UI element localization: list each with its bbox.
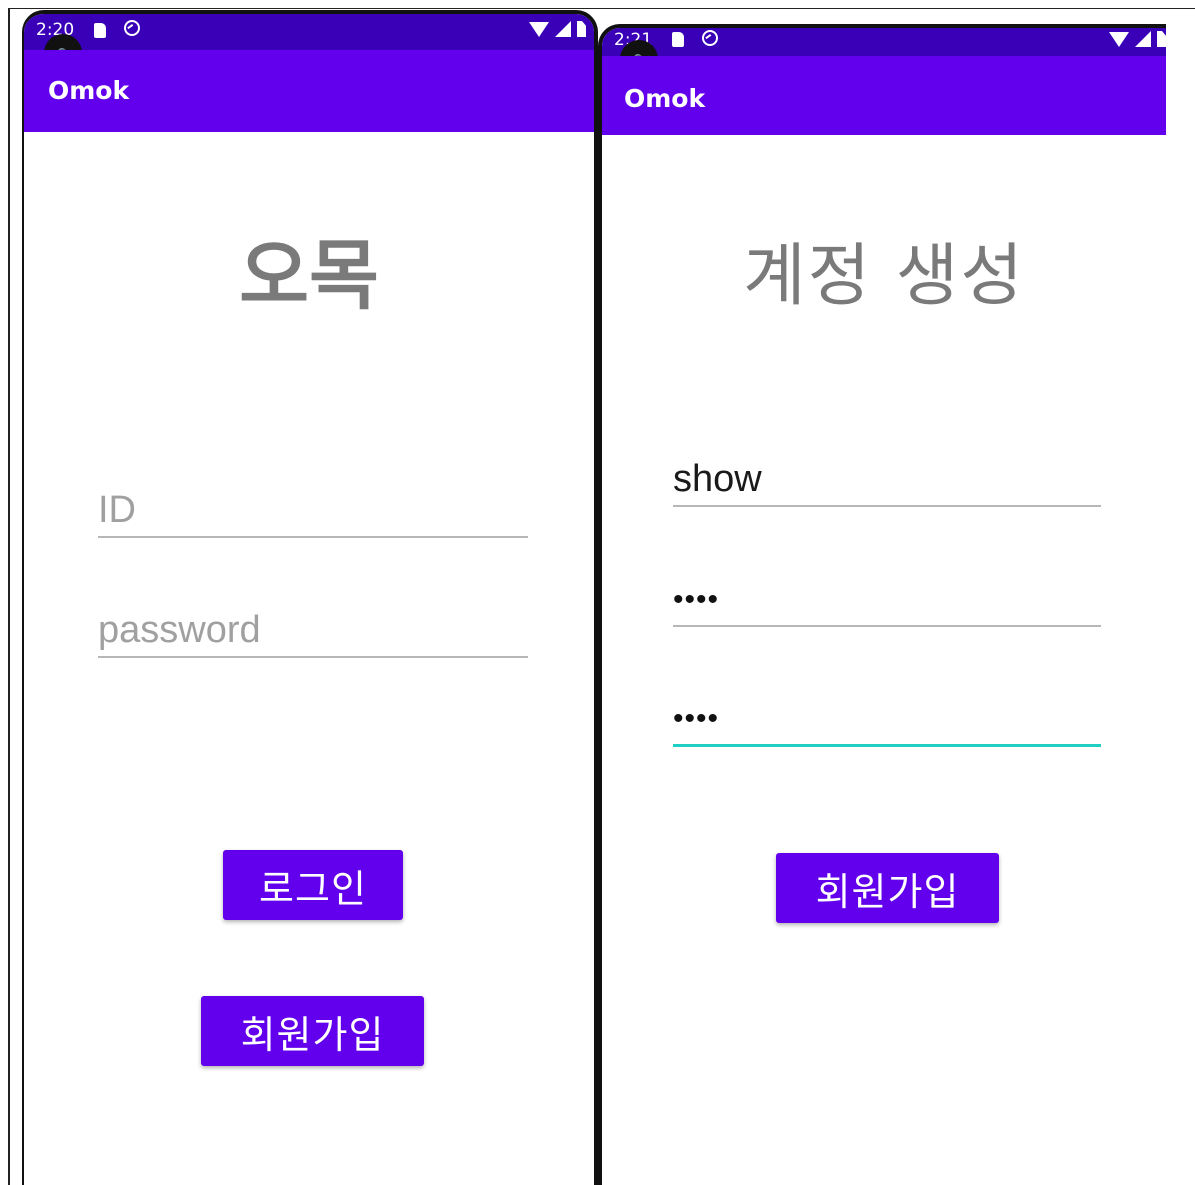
signup-password-input[interactable]: •••• bbox=[673, 563, 1101, 627]
sd-card-icon bbox=[672, 32, 684, 47]
signup-id-value: show bbox=[673, 458, 762, 500]
signup-id-input[interactable]: show bbox=[673, 443, 1101, 507]
signal-icon bbox=[555, 21, 571, 37]
app-title: Omok bbox=[48, 76, 130, 105]
login-screen: 2:20 Omok 오목 ID password 로그인 회원가입 bbox=[22, 10, 598, 1185]
sync-icon bbox=[124, 20, 140, 36]
sd-card-icon bbox=[94, 23, 106, 38]
password-input[interactable]: password bbox=[98, 594, 528, 658]
signal-icon bbox=[1135, 31, 1151, 47]
signup-confirm-password-value: •••• bbox=[673, 702, 720, 735]
app-title: Omok bbox=[624, 84, 706, 113]
login-button[interactable]: 로그인 bbox=[223, 850, 403, 920]
page-title: 오목 bbox=[239, 231, 379, 320]
status-bar: 2:20 bbox=[24, 14, 594, 50]
signup-confirm-password-input[interactable]: •••• bbox=[673, 682, 1101, 747]
sync-icon bbox=[702, 30, 718, 46]
signup-button[interactable]: 회원가입 bbox=[201, 996, 424, 1066]
app-bar: Omok bbox=[602, 56, 1166, 135]
password-placeholder: password bbox=[98, 609, 261, 651]
signup-submit-button[interactable]: 회원가입 bbox=[776, 853, 999, 923]
wifi-icon bbox=[1109, 31, 1129, 47]
battery-icon bbox=[1157, 31, 1166, 47]
status-bar: 2:21 bbox=[602, 28, 1166, 56]
id-input[interactable]: ID bbox=[98, 474, 528, 538]
app-bar: Omok bbox=[24, 50, 594, 132]
status-icons bbox=[1109, 30, 1166, 48]
page-title: 계정 생성 bbox=[743, 237, 1025, 316]
id-placeholder: ID bbox=[98, 489, 136, 531]
wifi-icon bbox=[529, 21, 549, 37]
signup-screen: 2:21 Omok 계정 생성 show •••• •••• 회원가입 bbox=[598, 24, 1166, 1185]
battery-icon bbox=[577, 21, 586, 37]
signup-password-value: •••• bbox=[673, 583, 720, 616]
status-icons bbox=[529, 20, 586, 38]
